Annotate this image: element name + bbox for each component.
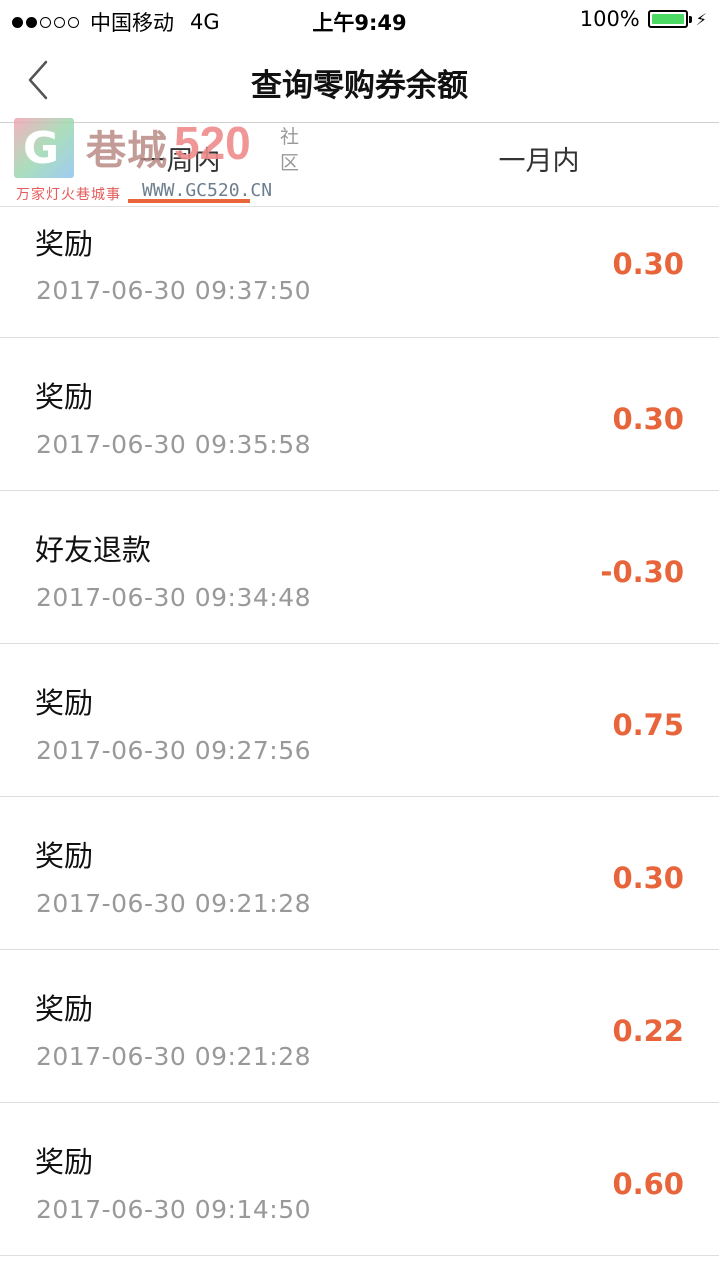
record-title: 奖励 <box>35 227 94 261</box>
list-item[interactable]: 好友退款 2017-06-30 09:34:48 -0.30 <box>0 491 719 644</box>
battery-tip <box>688 16 692 23</box>
record-amount: -0.30 <box>600 555 684 589</box>
tab-week[interactable]: 一周内 <box>0 123 360 207</box>
record-amount: 0.30 <box>612 247 684 281</box>
record-title: 奖励 <box>35 1145 94 1179</box>
status-right: 100% ⚡ <box>580 7 707 31</box>
list-item[interactable]: 奖励 2017-06-30 09:27:56 0.75 <box>0 644 719 797</box>
list-item[interactable]: 奖励 2017-06-30 09:35:58 0.30 <box>0 338 719 491</box>
record-time: 2017-06-30 09:21:28 <box>36 889 312 918</box>
back-button[interactable] <box>22 58 58 102</box>
battery-percent: 100% <box>579 7 640 31</box>
record-time: 2017-06-30 09:14:50 <box>36 1195 312 1224</box>
tab-bar: 一周内 一月内 <box>0 123 719 207</box>
record-amount: 0.60 <box>612 1167 684 1201</box>
record-time: 2017-06-30 09:37:50 <box>36 276 312 305</box>
charging-bolt-icon: ⚡ <box>695 9 707 29</box>
list-item[interactable]: 奖励 2017-06-30 09:21:28 0.22 <box>0 950 719 1103</box>
record-time: 2017-06-30 09:34:48 <box>36 583 312 612</box>
record-title: 奖励 <box>35 686 94 720</box>
navigation-bar: 查询零购券余额 <box>0 40 719 123</box>
record-amount: 0.30 <box>612 861 684 895</box>
status-bar: 中国移动 4G 上午9:49 100% ⚡ <box>0 0 719 40</box>
chevron-left-icon <box>28 60 48 100</box>
tab-month[interactable]: 一月内 <box>359 123 719 207</box>
record-time: 2017-06-30 09:21:28 <box>36 1042 312 1071</box>
record-title: 奖励 <box>35 380 94 414</box>
list-item[interactable]: 奖励 2017-06-30 09:14:50 0.60 <box>0 1103 719 1256</box>
list-item[interactable]: 奖励 2017-06-30 09:37:50 0.30 <box>0 207 719 338</box>
record-time: 2017-06-30 09:35:58 <box>36 430 312 459</box>
active-tab-indicator <box>128 199 250 203</box>
record-time: 2017-06-30 09:27:56 <box>36 736 312 765</box>
record-title: 好友退款 <box>35 533 152 567</box>
transaction-list: 奖励 2017-06-30 09:37:50 0.30 奖励 2017-06-3… <box>0 207 719 1256</box>
battery-fill <box>651 14 684 24</box>
list-item[interactable]: 奖励 2017-06-30 09:21:28 0.30 <box>0 797 719 950</box>
record-title: 奖励 <box>35 992 94 1026</box>
record-amount: 0.22 <box>612 1014 684 1048</box>
battery-icon <box>647 10 692 28</box>
page-title: 查询零购券余额 <box>251 68 468 104</box>
record-title: 奖励 <box>35 839 94 873</box>
record-amount: 0.30 <box>612 402 684 436</box>
record-amount: 0.75 <box>612 708 684 742</box>
